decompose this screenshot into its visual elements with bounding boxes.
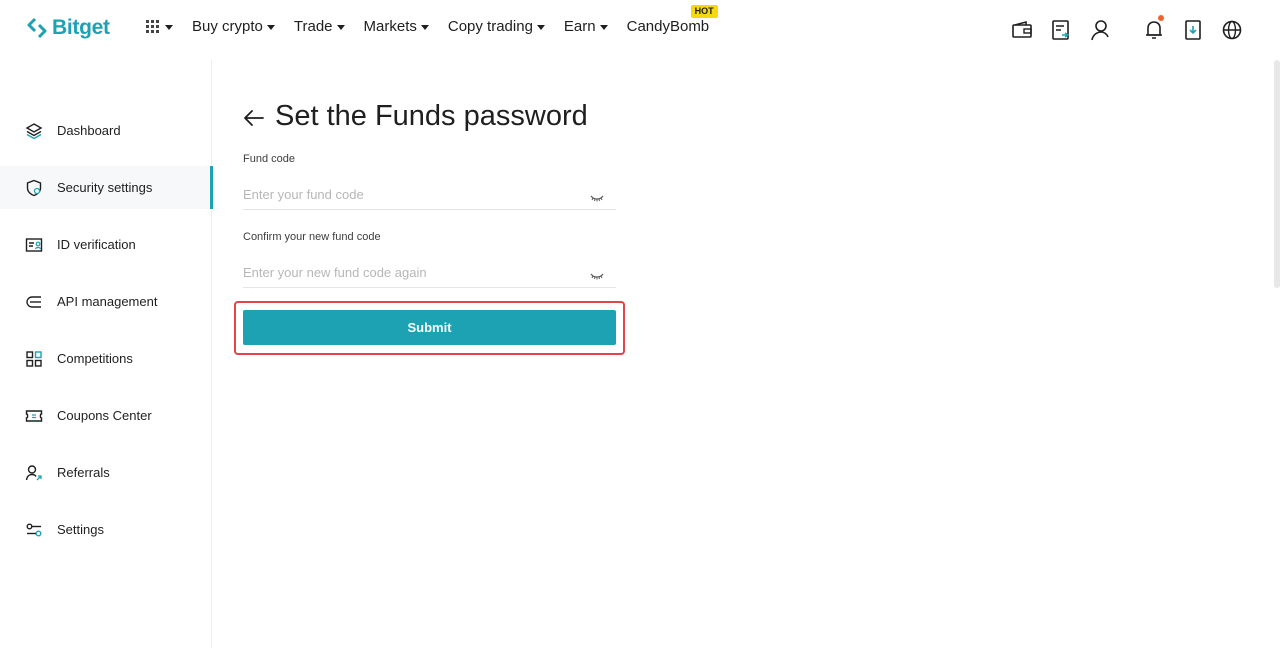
sidebar-item-settings[interactable]: Settings — [0, 508, 212, 551]
page-scrollbar[interactable] — [1274, 60, 1280, 288]
layers-icon — [24, 121, 43, 140]
sidebar-item-dashboard[interactable]: Dashboard — [0, 109, 212, 152]
ticket-icon — [24, 406, 43, 425]
nav-earn[interactable]: Earn — [564, 18, 608, 35]
eye-closed-icon[interactable] — [590, 190, 604, 202]
id-card-icon — [24, 235, 43, 254]
api-icon — [24, 292, 43, 311]
top-header: Bitget Buy crypto Trade Markets Copy tra… — [0, 0, 1280, 60]
nav-buy-crypto[interactable]: Buy crypto — [192, 18, 275, 35]
sidebar-item-label: API management — [57, 294, 158, 309]
chevron-down-icon — [165, 24, 173, 30]
orders-icon[interactable] — [1049, 18, 1073, 42]
nav-buy-crypto-label: Buy crypto — [192, 18, 263, 35]
page-title: Set the Funds password — [275, 100, 588, 132]
fund-code-label: Fund code — [243, 153, 295, 165]
bitget-logo-icon — [27, 17, 47, 39]
chevron-down-icon — [336, 24, 345, 30]
nav-candybomb-label: CandyBomb — [626, 18, 710, 35]
sidebar: Dashboard Security settings ID verificat… — [0, 60, 213, 648]
hot-badge: HOT — [690, 5, 718, 18]
apps-menu[interactable] — [146, 20, 173, 33]
wallet-icon[interactable] — [1010, 18, 1034, 42]
chevron-down-icon — [599, 24, 608, 30]
referral-icon — [24, 463, 43, 482]
sidebar-item-label: Dashboard — [57, 123, 121, 138]
sidebar-item-api-management[interactable]: API management — [0, 280, 212, 323]
nav-copy-trading[interactable]: Copy trading — [448, 18, 545, 35]
sidebar-item-label: ID verification — [57, 237, 136, 252]
shield-icon — [24, 178, 43, 197]
back-arrow-icon[interactable] — [242, 107, 266, 129]
download-icon[interactable] — [1181, 18, 1205, 42]
nav-earn-label: Earn — [563, 18, 596, 35]
confirm-fund-code-input[interactable] — [243, 258, 616, 288]
chevron-down-icon — [266, 24, 275, 30]
main-nav: Buy crypto Trade Markets Copy trading Ea… — [146, 5, 728, 35]
nav-copy-trading-label: Copy trading — [447, 18, 533, 35]
sidebar-item-coupons-center[interactable]: Coupons Center — [0, 394, 212, 437]
nav-trade[interactable]: Trade — [294, 18, 345, 35]
nav-candybomb[interactable]: CandyBomb HOT — [626, 5, 718, 35]
sidebar-item-referrals[interactable]: Referrals — [0, 451, 212, 494]
user-icon[interactable] — [1088, 18, 1112, 42]
apps-grid-icon — [146, 20, 159, 33]
sidebar-item-label: Competitions — [57, 351, 133, 366]
sidebar-item-security-settings[interactable]: Security settings — [0, 166, 213, 209]
notification-dot — [1158, 15, 1164, 21]
sidebar-item-label: Settings — [57, 522, 104, 537]
chevron-down-icon — [420, 24, 429, 30]
sidebar-item-id-verification[interactable]: ID verification — [0, 223, 212, 266]
fund-code-input[interactable] — [243, 180, 616, 210]
nav-markets-label: Markets — [363, 18, 417, 35]
sidebar-item-label: Referrals — [57, 465, 110, 480]
settings-icon — [24, 520, 43, 539]
eye-closed-icon[interactable] — [590, 268, 604, 280]
bell-icon[interactable] — [1142, 15, 1166, 42]
confirm-fund-code-label: Confirm your new fund code — [243, 231, 381, 243]
sidebar-item-label: Coupons Center — [57, 408, 152, 423]
bitget-logo[interactable]: Bitget — [26, 16, 110, 40]
submit-button[interactable]: Submit — [243, 310, 616, 345]
globe-icon[interactable] — [1220, 18, 1244, 42]
sidebar-item-competitions[interactable]: Competitions — [0, 337, 212, 380]
sidebar-item-label: Security settings — [57, 180, 153, 195]
brand-name: Bitget — [52, 16, 110, 39]
header-actions — [1010, 15, 1280, 42]
nav-markets[interactable]: Markets — [364, 18, 429, 35]
grid-icon — [24, 349, 43, 368]
chevron-down-icon — [536, 24, 545, 30]
nav-trade-label: Trade — [293, 18, 333, 35]
